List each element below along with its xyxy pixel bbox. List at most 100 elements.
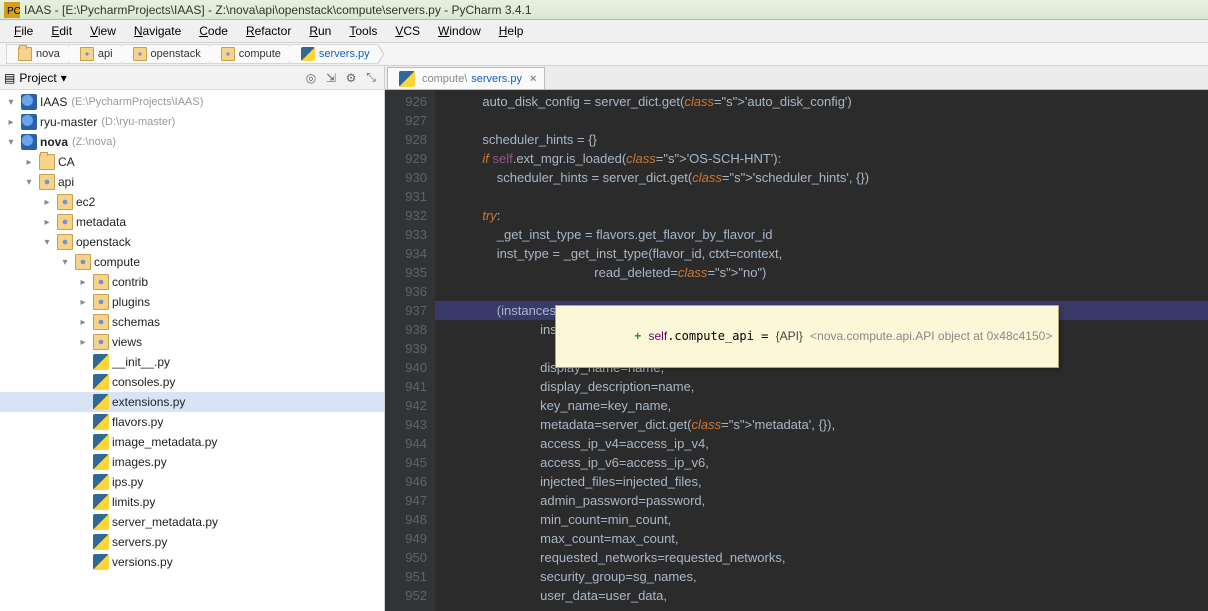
editor-tab[interactable]: compute\servers.py × <box>387 67 545 89</box>
code-line[interactable] <box>435 187 1208 206</box>
code-line[interactable]: key_name=key_name, <box>435 396 1208 415</box>
expand-icon[interactable]: ▸ <box>76 277 90 288</box>
tree-row[interactable]: server_metadata.py <box>0 512 384 532</box>
app-icon: PC <box>4 2 20 18</box>
menu-run[interactable]: Run <box>301 22 339 40</box>
breadcrumb-item[interactable]: nova <box>6 44 68 64</box>
code-line[interactable]: if self.ext_mgr.is_loaded(class="s">'OS-… <box>435 149 1208 168</box>
code-line[interactable]: min_count=min_count, <box>435 510 1208 529</box>
expand-icon[interactable]: ▸ <box>40 217 54 228</box>
tree-row[interactable]: extensions.py <box>0 392 384 412</box>
tree-row[interactable]: ▸schemas <box>0 312 384 332</box>
menu-navigate[interactable]: Navigate <box>126 22 189 40</box>
code-line[interactable]: user_data=user_data, <box>435 586 1208 605</box>
pkg-icon <box>93 294 109 310</box>
expand-icon[interactable]: ▾ <box>22 177 36 188</box>
expand-icon[interactable]: ▸ <box>22 157 36 168</box>
menu-refactor[interactable]: Refactor <box>238 22 299 40</box>
tree-label: consoles.py <box>112 375 175 389</box>
project-tree[interactable]: ▾IAAS(E:\PycharmProjects\IAAS)▸ryu-maste… <box>0 90 384 611</box>
close-icon[interactable]: × <box>530 73 536 85</box>
expand-icon[interactable]: ▾ <box>4 137 18 148</box>
tree-row[interactable]: ▸ec2 <box>0 192 384 212</box>
tree-row[interactable]: ips.py <box>0 472 384 492</box>
code-line[interactable]: inst_type = _get_inst_type(flavor_id, ct… <box>435 244 1208 263</box>
tree-row[interactable]: ▸ryu-master(D:\ryu-master) <box>0 112 384 132</box>
expand-icon[interactable]: ▾ <box>4 97 18 108</box>
code-line[interactable] <box>435 111 1208 130</box>
menu-file[interactable]: File <box>6 22 41 40</box>
tree-row[interactable]: versions.py <box>0 552 384 572</box>
collapse-icon[interactable]: ⇲ <box>322 69 340 87</box>
tree-label: views <box>112 335 142 349</box>
code-content[interactable]: auto_disk_config = server_dict.get(class… <box>435 90 1208 611</box>
project-panel-header: ▤ Project ▾ ◎ ⇲ ⚙ ⤡ <box>0 66 384 90</box>
code-line[interactable]: auto_disk_config = server_dict.get(class… <box>435 92 1208 111</box>
tree-row[interactable]: ▸plugins <box>0 292 384 312</box>
project-panel-title[interactable]: Project <box>19 71 56 85</box>
dropdown-icon[interactable]: ▾ <box>61 71 67 85</box>
menu-view[interactable]: View <box>82 22 124 40</box>
target-icon[interactable]: ◎ <box>302 69 320 87</box>
proj-icon <box>21 134 37 150</box>
tree-row[interactable]: ▸ views <box>0 332 384 352</box>
tree-row[interactable]: ▾IAAS(E:\PycharmProjects\IAAS) <box>0 92 384 112</box>
code-area[interactable]: 9269279289299309319329339349359369379389… <box>385 90 1208 611</box>
pkg-icon <box>93 274 109 290</box>
tree-row[interactable]: image_metadata.py <box>0 432 384 452</box>
expand-icon[interactable]: ▸ <box>76 297 90 308</box>
tree-row[interactable]: ▾openstack <box>0 232 384 252</box>
expand-icon[interactable]: ▾ <box>58 257 72 268</box>
minimize-icon[interactable]: ⤡ <box>362 69 380 87</box>
tree-row[interactable]: ▾nova(Z:\nova) <box>0 132 384 152</box>
code-line[interactable]: try: <box>435 206 1208 225</box>
tree-sublabel: (E:\PycharmProjects\IAAS) <box>71 96 203 108</box>
tree-row[interactable]: __init__.py <box>0 352 384 372</box>
editor-area: compute\servers.py × 9269279289299309319… <box>385 66 1208 611</box>
tree-row[interactable]: ▸contrib <box>0 272 384 292</box>
breadcrumb-item[interactable]: openstack <box>121 44 209 64</box>
code-line[interactable]: metadata=server_dict.get(class="s">'meta… <box>435 415 1208 434</box>
breadcrumb-item[interactable]: compute <box>209 44 289 64</box>
code-line[interactable]: access_ip_v4=access_ip_v4, <box>435 434 1208 453</box>
code-line[interactable]: display_description=name, <box>435 377 1208 396</box>
tree-row[interactable]: consoles.py <box>0 372 384 392</box>
menu-help[interactable]: Help <box>491 22 532 40</box>
tree-row[interactable]: ▸metadata <box>0 212 384 232</box>
project-sidebar: ▤ Project ▾ ◎ ⇲ ⚙ ⤡ ▾IAAS(E:\PycharmProj… <box>0 66 385 611</box>
expand-icon[interactable]: ▸ <box>40 197 54 208</box>
menu-window[interactable]: Window <box>430 22 489 40</box>
expand-icon[interactable]: ▸ <box>4 117 18 128</box>
code-line[interactable]: max_count=max_count, <box>435 529 1208 548</box>
gear-icon[interactable]: ⚙ <box>342 69 360 87</box>
expand-icon[interactable]: ▸ <box>76 317 90 328</box>
tree-label: __init__.py <box>112 355 170 369</box>
tree-row[interactable]: images.py <box>0 452 384 472</box>
tree-row[interactable]: ▾api <box>0 172 384 192</box>
menu-tools[interactable]: Tools <box>341 22 385 40</box>
code-line[interactable]: security_group=sg_names, <box>435 567 1208 586</box>
code-line[interactable]: _get_inst_type = flavors.get_flavor_by_f… <box>435 225 1208 244</box>
menu-code[interactable]: Code <box>191 22 236 40</box>
code-line[interactable] <box>435 282 1208 301</box>
pkg-icon <box>75 254 91 270</box>
code-line[interactable]: access_ip_v6=access_ip_v6, <box>435 453 1208 472</box>
breadcrumb-item[interactable]: servers.py <box>289 44 378 64</box>
code-line[interactable]: requested_networks=requested_networks, <box>435 548 1208 567</box>
tree-row[interactable]: servers.py <box>0 532 384 552</box>
code-line[interactable]: injected_files=injected_files, <box>435 472 1208 491</box>
expand-icon[interactable]: ▸ <box>76 337 90 348</box>
menu-edit[interactable]: Edit <box>43 22 80 40</box>
code-line[interactable]: admin_password=password, <box>435 491 1208 510</box>
breadcrumb-item[interactable]: api <box>68 44 121 64</box>
code-line[interactable]: read_deleted=class="s">"no") <box>435 263 1208 282</box>
code-line[interactable]: scheduler_hints = {} <box>435 130 1208 149</box>
menu-vcs[interactable]: VCS <box>387 22 428 40</box>
tree-row[interactable]: limits.py <box>0 492 384 512</box>
tree-row[interactable]: flavors.py <box>0 412 384 432</box>
expand-icon[interactable]: ▾ <box>40 237 54 248</box>
code-line[interactable]: scheduler_hints = server_dict.get(class=… <box>435 168 1208 187</box>
tree-label: limits.py <box>112 495 155 509</box>
tree-row[interactable]: ▸CA <box>0 152 384 172</box>
tree-row[interactable]: ▾compute <box>0 252 384 272</box>
